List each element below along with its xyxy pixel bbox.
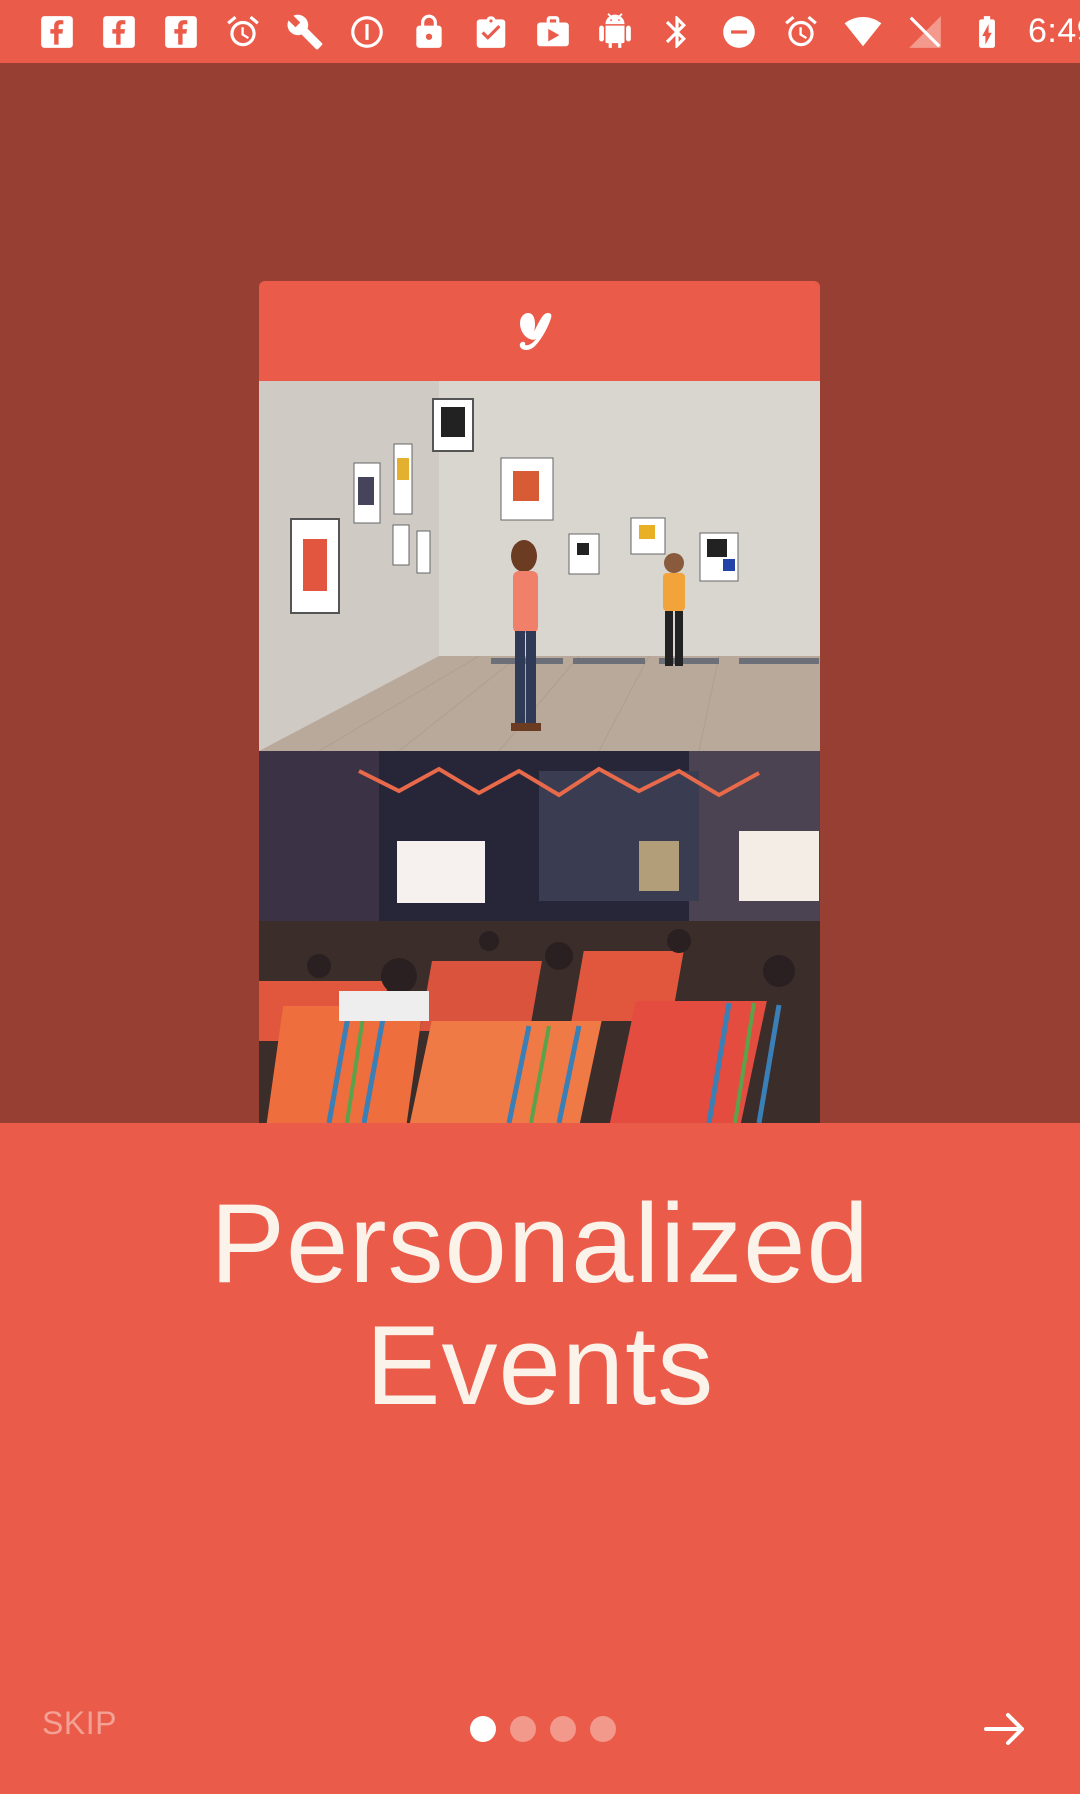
alarm-icon <box>770 0 832 63</box>
gallery-photo <box>259 381 820 751</box>
lock-icon <box>398 0 460 63</box>
status-bar: 6:49 <box>0 0 1080 63</box>
page-dot-2[interactable] <box>510 1716 536 1742</box>
android-icon <box>584 0 646 63</box>
facebook-icon <box>88 0 150 63</box>
page-dot-3[interactable] <box>550 1716 576 1742</box>
wrench-icon <box>274 0 336 63</box>
cinema-illustration <box>259 751 820 1123</box>
title-line-1: Personalized <box>210 1181 870 1306</box>
alarm-icon <box>212 0 274 63</box>
next-arrow-icon[interactable] <box>980 1703 1032 1755</box>
app-preview-header <box>259 281 820 381</box>
outdoor-cinema-photo <box>259 751 820 1123</box>
no-signal-icon <box>894 0 956 63</box>
skip-button[interactable]: SKIP <box>42 1705 117 1742</box>
battery-charging-icon <box>956 0 1018 63</box>
wifi-icon <box>832 0 894 63</box>
briefcase-icon <box>522 0 584 63</box>
page-dot-4[interactable] <box>590 1716 616 1742</box>
onboarding-title: Personalized Events <box>0 1183 1080 1427</box>
facebook-icon <box>26 0 88 63</box>
do-not-disturb-icon <box>708 0 770 63</box>
page-indicator <box>470 1716 616 1742</box>
gallery-illustration <box>259 381 820 751</box>
clipboard-icon <box>460 0 522 63</box>
facebook-icon <box>150 0 212 63</box>
title-line-2: Events <box>365 1303 715 1428</box>
onboarding-panel: Personalized Events SKIP <box>0 1123 1080 1794</box>
status-time: 6:49 <box>1028 12 1080 50</box>
hero-area <box>0 63 1080 1123</box>
bluetooth-icon <box>646 0 708 63</box>
page-dot-1[interactable] <box>470 1716 496 1742</box>
app-logo-icon <box>519 313 551 350</box>
info-icon <box>336 0 398 63</box>
app-preview-card <box>259 281 820 1123</box>
